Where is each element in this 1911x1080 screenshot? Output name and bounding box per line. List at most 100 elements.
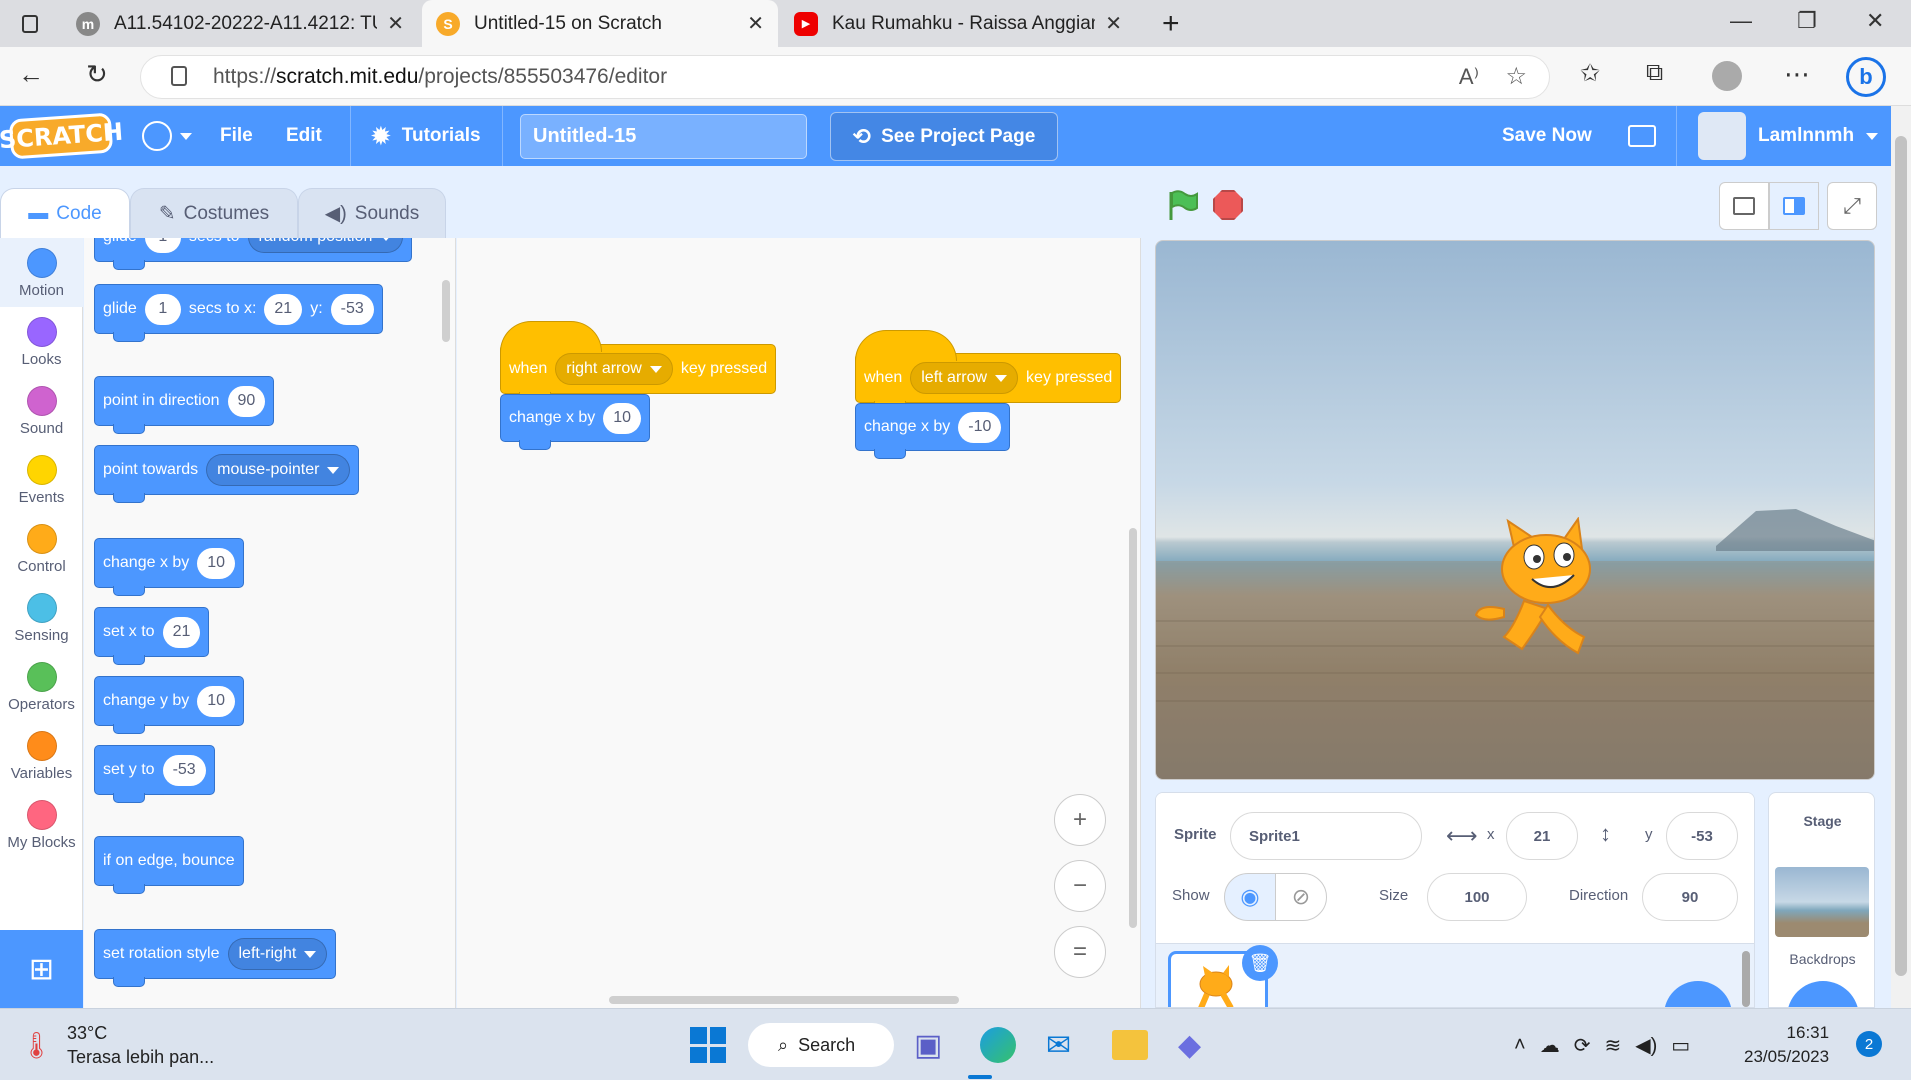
restore-icon[interactable]: ❐ xyxy=(1797,8,1817,34)
start-button[interactable] xyxy=(690,1009,726,1080)
project-title-input[interactable]: Untitled-15 xyxy=(520,114,807,159)
workspace-horizontal-scrollbar[interactable] xyxy=(609,996,959,1004)
category-control[interactable]: Control xyxy=(0,524,83,575)
minimize-icon[interactable]: — xyxy=(1730,8,1752,34)
collections-icon[interactable]: ⧉ xyxy=(1646,59,1663,87)
block-input[interactable]: 10 xyxy=(603,402,642,434)
sprite-name-input[interactable]: Sprite1 xyxy=(1230,812,1422,860)
large-stage-button[interactable] xyxy=(1769,182,1819,230)
block-input[interactable]: 90 xyxy=(227,385,266,417)
block-input[interactable]: 1 xyxy=(144,293,181,325)
block-input[interactable]: 21 xyxy=(162,616,201,648)
copilot-app-icon[interactable]: ◆ xyxy=(1178,1009,1201,1080)
key-dropdown[interactable]: left arrow xyxy=(910,362,1019,394)
page-scrollbar-thumb[interactable] xyxy=(1895,136,1907,976)
change-x-block[interactable]: change x by -10 xyxy=(855,403,1011,459)
category-variables[interactable]: Variables xyxy=(0,731,83,782)
change-x-block[interactable]: change x by 10 xyxy=(500,394,651,450)
favorites-icon[interactable]: ✩ xyxy=(1580,59,1600,88)
block-rotation-style[interactable]: set rotation style left-right xyxy=(94,929,337,987)
see-project-page-button[interactable]: ⟲ See Project Page xyxy=(830,112,1058,161)
palette-scrollbar[interactable] xyxy=(442,280,450,342)
scratch-logo[interactable]: SCRATCH xyxy=(0,112,124,160)
direction-input[interactable]: 90 xyxy=(1642,873,1738,921)
tab-close-icon[interactable]: ✕ xyxy=(1105,11,1122,36)
tab-actions-button[interactable] xyxy=(8,0,52,47)
language-menu[interactable] xyxy=(142,106,192,166)
save-now-button[interactable]: Save Now xyxy=(1502,106,1592,166)
system-tray[interactable]: ˄ ☁ ⟳ ≋ ◀) ▭ xyxy=(1514,1009,1690,1080)
account-menu[interactable]: Lamlnnmh xyxy=(1698,106,1879,166)
block-input[interactable]: 10 xyxy=(197,685,236,717)
block-bounce[interactable]: if on edge, bounce xyxy=(94,836,244,894)
zoom-in-button[interactable]: + xyxy=(1054,794,1106,846)
url-bar[interactable]: https:// scratch.mit.edu /projects/85550… xyxy=(140,55,1550,99)
tab-close-icon[interactable]: ✕ xyxy=(387,11,404,36)
block-input[interactable]: 10 xyxy=(197,547,236,579)
block-set-x[interactable]: set x to 21 xyxy=(94,607,210,665)
clock[interactable]: 16:31 23/05/2023 xyxy=(1744,1021,1829,1069)
stage-canvas[interactable] xyxy=(1155,240,1875,780)
my-stuff-button[interactable] xyxy=(1628,106,1656,166)
window-close-icon[interactable]: ✕ xyxy=(1866,8,1884,34)
sprite-list-scrollbar[interactable] xyxy=(1742,951,1750,1007)
block-input[interactable]: -53 xyxy=(330,293,374,325)
notification-badge[interactable]: 2 xyxy=(1856,1031,1882,1057)
script-workspace[interactable]: when right arrow key pressed change x by… xyxy=(457,238,1141,1008)
category-events[interactable]: Events xyxy=(0,455,83,506)
category-operators[interactable]: Operators xyxy=(0,662,83,713)
category-sensing[interactable]: Sensing xyxy=(0,593,83,644)
y-input[interactable]: -53 xyxy=(1666,812,1738,860)
edge-app-icon[interactable] xyxy=(980,1009,1016,1080)
stop-button[interactable] xyxy=(1213,190,1243,220)
zoom-out-button[interactable]: − xyxy=(1054,860,1106,912)
size-input[interactable]: 100 xyxy=(1427,873,1527,921)
show-hidden-button[interactable]: ⊘ xyxy=(1275,873,1327,921)
edit-menu[interactable]: Edit xyxy=(286,106,322,166)
refresh-icon[interactable]: ↻ xyxy=(86,59,108,90)
block-input[interactable]: -53 xyxy=(162,754,206,786)
block-change-x[interactable]: change x by 10 xyxy=(94,538,245,596)
backdrop-thumbnail[interactable] xyxy=(1775,867,1869,937)
block-dropdown[interactable]: mouse-pointer xyxy=(206,454,351,486)
tab-costumes[interactable]: ✎ Costumes xyxy=(130,188,298,238)
tab-youtube[interactable]: ▶ Kau Rumahku - Raissa Anggiani ✕ xyxy=(780,0,1136,47)
tab-scratch[interactable]: S Untitled-15 on Scratch ✕ xyxy=(422,0,778,47)
more-menu-icon[interactable]: ⋯ xyxy=(1784,59,1810,90)
add-extension-button[interactable]: ⊞ xyxy=(0,930,83,1008)
weather-widget[interactable]: 🌡︎ 33°C Terasa lebih pan... xyxy=(20,1009,214,1080)
back-icon[interactable]: ← xyxy=(18,59,44,90)
small-stage-button[interactable] xyxy=(1719,182,1769,230)
mail-app-icon[interactable]: ✉ xyxy=(1046,1009,1071,1080)
cat-sprite[interactable] xyxy=(1474,517,1614,667)
block-change-y[interactable]: change y by 10 xyxy=(94,676,245,734)
add-favorite-icon[interactable]: ☆ xyxy=(1505,62,1527,91)
file-menu[interactable]: File xyxy=(220,106,253,166)
block-point-direction[interactable]: point in direction 90 xyxy=(94,376,275,434)
x-input[interactable]: 21 xyxy=(1506,812,1578,860)
profile-avatar-icon[interactable] xyxy=(1712,61,1742,91)
fullscreen-button[interactable]: ⤢ xyxy=(1827,182,1877,230)
block-set-y[interactable]: set y to -53 xyxy=(94,745,215,803)
zoom-reset-button[interactable]: = xyxy=(1054,926,1106,978)
category-looks[interactable]: Looks xyxy=(0,317,83,368)
block-point-towards[interactable]: point towards mouse-pointer xyxy=(94,445,360,503)
category-motion[interactable]: Motion xyxy=(0,248,83,299)
new-tab-button[interactable]: + xyxy=(1148,0,1188,47)
when-key-pressed-block[interactable]: when left arrow key pressed xyxy=(855,330,1122,411)
show-visible-button[interactable]: ◉ xyxy=(1224,873,1276,921)
taskbar-search-box[interactable]: ⌕ Search xyxy=(748,1023,894,1067)
block-dropdown[interactable]: left-right xyxy=(227,938,328,970)
teams-chat-icon[interactable]: ▣ xyxy=(914,1009,942,1080)
tab-code[interactable]: ▬ Code xyxy=(0,188,130,238)
key-dropdown[interactable]: right arrow xyxy=(555,353,673,385)
choose-backdrop-button[interactable] xyxy=(1787,981,1859,1007)
block-input[interactable]: 21 xyxy=(264,293,303,325)
file-explorer-icon[interactable] xyxy=(1112,1009,1148,1080)
read-aloud-icon[interactable]: A⁾ xyxy=(1459,64,1479,90)
chevron-up-icon[interactable]: ˄ xyxy=(1514,1034,1526,1057)
block-input[interactable]: 1 xyxy=(144,238,181,253)
page-scrollbar[interactable] xyxy=(1891,106,1911,1008)
block-glide-xy[interactable]: glide 1 secs to x: 21 y: -53 xyxy=(94,284,383,342)
when-key-pressed-block[interactable]: when right arrow key pressed xyxy=(500,321,777,402)
